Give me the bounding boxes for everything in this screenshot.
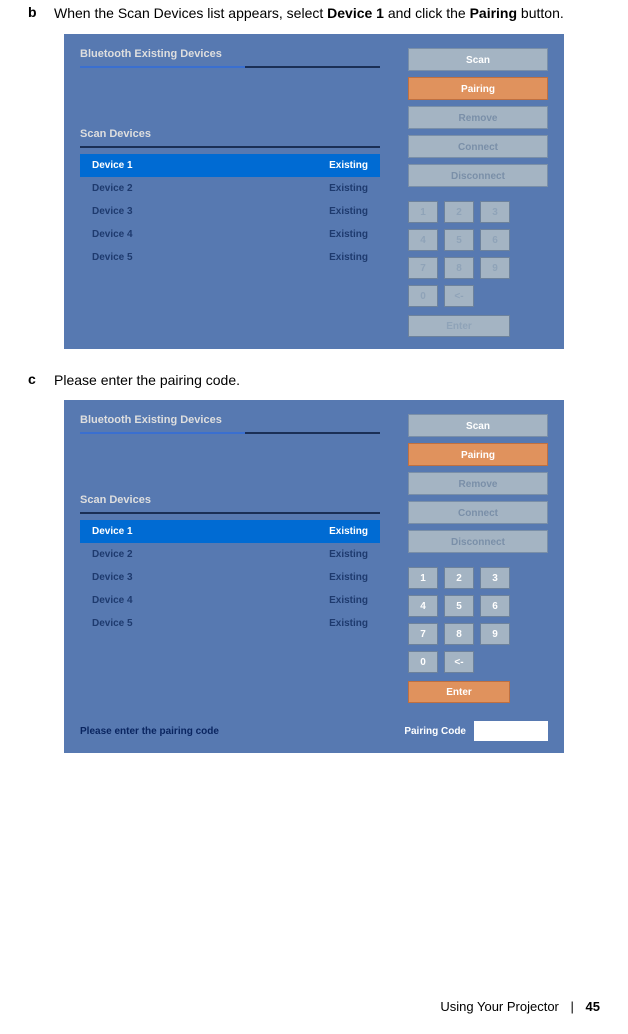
connect-button[interactable]: Connect xyxy=(408,501,548,524)
existing-devices-title: Bluetooth Existing Devices xyxy=(80,48,380,60)
existing-devices-title: Bluetooth Existing Devices xyxy=(80,414,380,426)
key-9[interactable]: 9 xyxy=(480,257,510,279)
device-row-3[interactable]: Device 3 Existing xyxy=(80,200,380,223)
step-b-bold-pairing: Pairing xyxy=(470,5,517,21)
screenshot-enter-code: Bluetooth Existing Devices Scan Devices … xyxy=(64,400,564,753)
keypad: 1 2 3 4 5 6 7 8 9 0 <- xyxy=(408,201,548,307)
device-name: Device 2 xyxy=(92,549,133,560)
device-name: Device 1 xyxy=(92,160,133,171)
key-1[interactable]: 1 xyxy=(408,201,438,223)
footer-divider: | xyxy=(571,999,574,1014)
scan-devices-title: Scan Devices xyxy=(80,128,380,140)
device-name: Device 4 xyxy=(92,595,133,606)
device-status: Existing xyxy=(329,160,368,171)
device-table: Device 1 Existing Device 2 Existing Devi… xyxy=(80,520,380,635)
device-row-5[interactable]: Device 5 Existing xyxy=(80,246,380,269)
device-row-5[interactable]: Device 5 Existing xyxy=(80,612,380,635)
step-b-text-middle: and click the xyxy=(384,5,470,21)
key-1[interactable]: 1 xyxy=(408,567,438,589)
remove-button[interactable]: Remove xyxy=(408,472,548,495)
step-b-text-before: When the Scan Devices list appears, sele… xyxy=(54,5,327,21)
device-table: Device 1 Existing Device 2 Existing Devi… xyxy=(80,154,380,269)
enter-button[interactable]: Enter xyxy=(408,681,510,703)
key-4[interactable]: 4 xyxy=(408,229,438,251)
step-letter-b: b xyxy=(28,4,54,24)
key-2[interactable]: 2 xyxy=(444,567,474,589)
footer-section: Using Your Projector xyxy=(440,999,559,1014)
key-6[interactable]: 6 xyxy=(480,595,510,617)
key-7[interactable]: 7 xyxy=(408,623,438,645)
keypad: 1 2 3 4 5 6 7 8 9 0 <- xyxy=(408,567,548,673)
key-3[interactable]: 3 xyxy=(480,567,510,589)
page-number: 45 xyxy=(586,999,600,1014)
pairing-code-row: Please enter the pairing code Pairing Co… xyxy=(80,721,548,741)
device-row-2[interactable]: Device 2 Existing xyxy=(80,177,380,200)
pairing-code-input[interactable] xyxy=(474,721,548,741)
screenshot-scan-devices: Bluetooth Existing Devices Scan Devices … xyxy=(64,34,564,349)
device-status: Existing xyxy=(329,618,368,629)
step-c-text: Please enter the pairing code. xyxy=(54,371,600,391)
key-5[interactable]: 5 xyxy=(444,595,474,617)
key-4[interactable]: 4 xyxy=(408,595,438,617)
key-2[interactable]: 2 xyxy=(444,201,474,223)
device-row-1[interactable]: Device 1 Existing xyxy=(80,154,380,177)
device-row-4[interactable]: Device 4 Existing xyxy=(80,589,380,612)
device-status: Existing xyxy=(329,572,368,583)
scan-button[interactable]: Scan xyxy=(408,414,548,437)
step-c: c Please enter the pairing code. xyxy=(28,371,600,391)
device-name: Device 3 xyxy=(92,206,133,217)
key-6[interactable]: 6 xyxy=(480,229,510,251)
remove-button[interactable]: Remove xyxy=(408,106,548,129)
device-status: Existing xyxy=(329,526,368,537)
step-b-text: When the Scan Devices list appears, sele… xyxy=(54,4,600,24)
key-8[interactable]: 8 xyxy=(444,623,474,645)
key-8[interactable]: 8 xyxy=(444,257,474,279)
device-name: Device 5 xyxy=(92,252,133,263)
key-backspace[interactable]: <- xyxy=(444,651,474,673)
device-status: Existing xyxy=(329,229,368,240)
pairing-button[interactable]: Pairing xyxy=(408,443,548,466)
scan-devices-title: Scan Devices xyxy=(80,494,380,506)
device-name: Device 3 xyxy=(92,572,133,583)
device-name: Device 2 xyxy=(92,183,133,194)
connect-button[interactable]: Connect xyxy=(408,135,548,158)
key-5[interactable]: 5 xyxy=(444,229,474,251)
device-row-1[interactable]: Device 1 Existing xyxy=(80,520,380,543)
step-b-text-after: button. xyxy=(517,5,564,21)
key-3[interactable]: 3 xyxy=(480,201,510,223)
pairing-code-label: Pairing Code xyxy=(404,726,466,737)
prompt-text: Please enter the pairing code xyxy=(80,726,219,737)
key-7[interactable]: 7 xyxy=(408,257,438,279)
device-status: Existing xyxy=(329,549,368,560)
device-row-2[interactable]: Device 2 Existing xyxy=(80,543,380,566)
device-status: Existing xyxy=(329,206,368,217)
pairing-button[interactable]: Pairing xyxy=(408,77,548,100)
scan-button[interactable]: Scan xyxy=(408,48,548,71)
key-0[interactable]: 0 xyxy=(408,651,438,673)
step-letter-c: c xyxy=(28,371,54,391)
step-b: b When the Scan Devices list appears, se… xyxy=(28,4,600,24)
device-row-3[interactable]: Device 3 Existing xyxy=(80,566,380,589)
key-0[interactable]: 0 xyxy=(408,285,438,307)
device-name: Device 4 xyxy=(92,229,133,240)
device-row-4[interactable]: Device 4 Existing xyxy=(80,223,380,246)
page-footer: Using Your Projector | 45 xyxy=(440,999,600,1014)
device-status: Existing xyxy=(329,595,368,606)
device-status: Existing xyxy=(329,252,368,263)
device-status: Existing xyxy=(329,183,368,194)
key-backspace[interactable]: <- xyxy=(444,285,474,307)
disconnect-button[interactable]: Disconnect xyxy=(408,530,548,553)
key-9[interactable]: 9 xyxy=(480,623,510,645)
step-b-bold-device: Device 1 xyxy=(327,5,384,21)
device-name: Device 5 xyxy=(92,618,133,629)
disconnect-button[interactable]: Disconnect xyxy=(408,164,548,187)
device-name: Device 1 xyxy=(92,526,133,537)
enter-button[interactable]: Enter xyxy=(408,315,510,337)
